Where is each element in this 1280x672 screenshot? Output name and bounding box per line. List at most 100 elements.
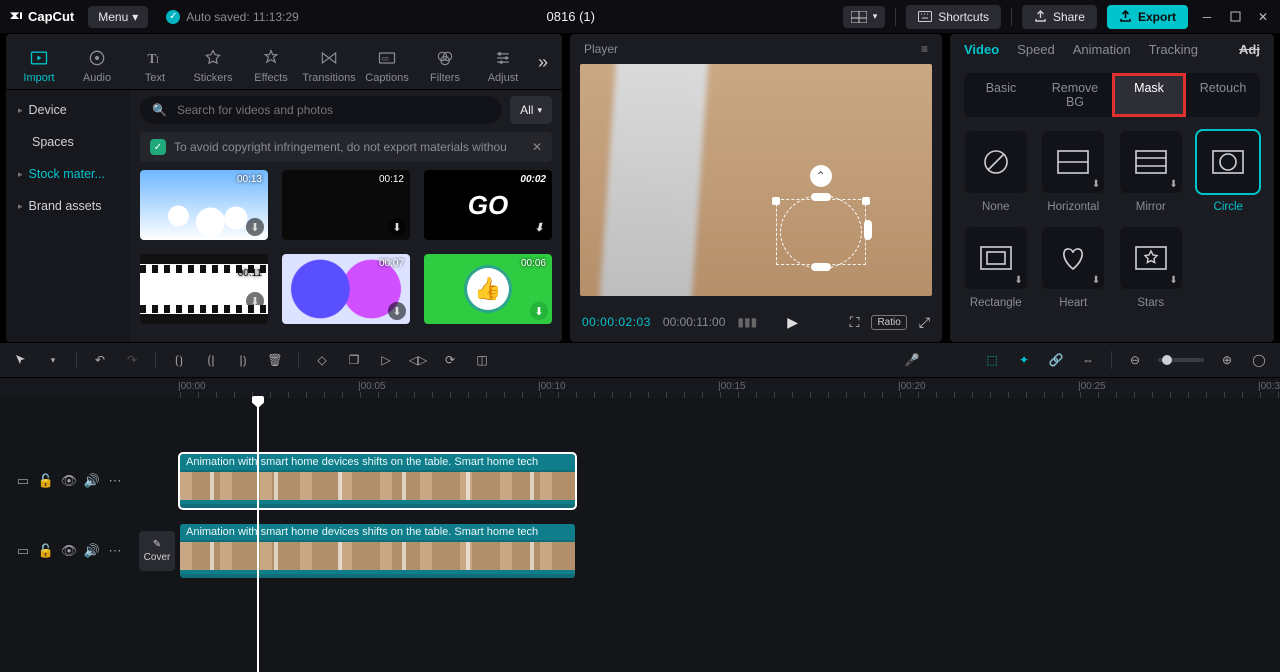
mic-record-button[interactable]: 🎤 — [903, 351, 921, 369]
marker-button[interactable]: ◇ — [313, 351, 331, 369]
mask-option-horizontal[interactable]: ⬇ Horizontal — [1042, 131, 1106, 213]
fullscreen-button[interactable]: ⤢ — [919, 314, 930, 331]
sidebar-item-brand[interactable]: ▸Brand assets — [6, 190, 130, 222]
search-box[interactable]: 🔍 — [140, 96, 502, 124]
tool-tab-stickers[interactable]: Stickers — [184, 42, 242, 84]
subtab-retouch[interactable]: Retouch — [1186, 73, 1260, 117]
inspector-tab-video[interactable]: Video — [964, 42, 999, 65]
search-input[interactable] — [175, 102, 490, 118]
quality-button[interactable]: ▮▮▮ — [737, 315, 757, 329]
track-lane[interactable]: Animation with smart home devices shifts… — [180, 518, 1280, 584]
mask-option-stars[interactable]: ⬇ Stars — [1119, 227, 1183, 309]
close-button[interactable]: ✕ — [1254, 8, 1272, 26]
sidebar-item-stock[interactable]: ▸Stock mater... — [6, 158, 130, 190]
subtab-basic[interactable]: Basic — [964, 73, 1038, 117]
player-menu-icon[interactable]: ≡ — [921, 42, 928, 56]
timeline-clip[interactable]: Animation with smart home devices shifts… — [180, 454, 575, 508]
media-thumb[interactable]: 00:12⬇ — [282, 170, 410, 240]
menu-button[interactable]: Menu ▾ — [88, 6, 148, 28]
crop-button[interactable]: ◫ — [473, 351, 491, 369]
tool-tab-filters[interactable]: Filters — [416, 42, 474, 84]
mask-option-none[interactable]: None — [964, 131, 1028, 213]
download-icon[interactable]: ⬇ — [388, 302, 406, 320]
minimize-button[interactable]: ─ — [1198, 8, 1216, 26]
mask-option-rectangle[interactable]: ⬇ Rectangle — [964, 227, 1028, 309]
tool-tab-transitions[interactable]: Transitions — [300, 42, 358, 84]
mask-transform-gizmo[interactable]: ⌃ — [766, 187, 876, 273]
mask-option-circle[interactable]: Circle — [1197, 131, 1261, 213]
download-icon[interactable]: ⬇ — [246, 292, 264, 310]
aspect-ratio-button[interactable]: Ratio — [871, 315, 906, 330]
timeline-ruler[interactable]: |00:00 |00:05 |00:10 |00:15 |00:20 |00:2… — [0, 378, 1280, 398]
export-button[interactable]: Export — [1107, 5, 1188, 29]
shortcuts-button[interactable]: Shortcuts — [906, 5, 1001, 29]
inspector-tab-tracking[interactable]: Tracking — [1149, 42, 1198, 65]
tool-tab-effects[interactable]: Effects — [242, 42, 300, 84]
play-selection-button[interactable]: ▷ — [377, 351, 395, 369]
close-warning-button[interactable]: ✕ — [532, 140, 542, 154]
split-button[interactable]: ⟮⟯ — [170, 351, 188, 369]
expand-up-icon[interactable]: ⌃ — [810, 165, 832, 187]
maximize-button[interactable] — [1226, 8, 1244, 26]
split-right-button[interactable]: |⟯ — [234, 351, 252, 369]
download-icon[interactable]: ⬇ — [388, 218, 406, 236]
playhead[interactable] — [257, 398, 259, 672]
magnet-button[interactable]: ⬚ — [983, 351, 1001, 369]
rotate-button[interactable]: ⟳ — [441, 351, 459, 369]
play-button[interactable]: ▶ — [787, 314, 798, 331]
share-button[interactable]: Share — [1022, 5, 1097, 29]
cover-button[interactable]: ✎ Cover — [139, 531, 175, 571]
inspector-tab-speed[interactable]: Speed — [1017, 42, 1055, 65]
track-visibility-button[interactable]: 👁 — [62, 474, 76, 488]
inspector-tab-animation[interactable]: Animation — [1073, 42, 1131, 65]
fit-screen-button[interactable]: ⛶ — [850, 314, 860, 331]
inspector-tab-more[interactable]: Adj — [1239, 42, 1260, 65]
redo-button[interactable]: ↷ — [123, 351, 141, 369]
track-lock-button[interactable]: 🔓 — [39, 474, 53, 488]
split-left-button[interactable]: ⟮| — [202, 351, 220, 369]
download-icon[interactable]: ⬇ — [530, 302, 548, 320]
track-rect-icon[interactable]: ▭ — [16, 544, 30, 558]
tool-tabs-more[interactable]: » — [538, 52, 558, 73]
layout-button[interactable]: ▾ — [843, 6, 886, 28]
tool-tab-audio[interactable]: Audio — [68, 42, 126, 84]
cursor-tool-dropdown[interactable]: ▾ — [44, 351, 62, 369]
duplicate-button[interactable]: ❐ — [345, 351, 363, 369]
snap-button[interactable]: ✦ — [1015, 351, 1033, 369]
sidebar-item-spaces[interactable]: Spaces — [6, 126, 130, 158]
track-lock-button[interactable]: 🔓 — [39, 544, 53, 558]
undo-button[interactable]: ↶ — [91, 351, 109, 369]
media-thumb[interactable]: 00:11⬇ — [140, 254, 268, 324]
track-more-button[interactable]: ⋯ — [108, 544, 122, 558]
track-lane[interactable]: Animation with smart home devices shifts… — [180, 448, 1280, 514]
subtab-mask[interactable]: Mask — [1112, 73, 1186, 117]
zoom-fit-button[interactable]: ◯ — [1250, 351, 1268, 369]
download-icon[interactable]: ⬇ — [246, 218, 264, 236]
track-rect-icon[interactable]: ▭ — [16, 474, 30, 488]
mask-option-mirror[interactable]: ⬇ Mirror — [1119, 131, 1183, 213]
media-thumb[interactable]: GO00:02⬇ — [424, 170, 552, 240]
mask-option-heart[interactable]: ⬇ Heart — [1042, 227, 1106, 309]
link-button[interactable]: 🔗 — [1047, 351, 1065, 369]
track-mute-button[interactable]: 🔊 — [85, 544, 99, 558]
tool-tab-import[interactable]: Import — [10, 42, 68, 84]
media-thumb[interactable]: 00:07⬇ — [282, 254, 410, 324]
tool-tab-text[interactable]: TI Text — [126, 42, 184, 84]
mirror-h-button[interactable]: ◁▷ — [409, 351, 427, 369]
player-preview[interactable]: ⌃ — [580, 64, 932, 296]
tool-tab-captions[interactable]: cc Captions — [358, 42, 416, 84]
cursor-tool[interactable] — [12, 351, 30, 369]
timeline-clip[interactable]: Animation with smart home devices shifts… — [180, 524, 575, 578]
sidebar-item-device[interactable]: ▸Device — [6, 94, 130, 126]
download-icon[interactable]: ⬇ — [530, 218, 548, 236]
tool-tab-adjust[interactable]: Adjust — [474, 42, 532, 84]
zoom-out-button[interactable]: ⊖ — [1126, 351, 1144, 369]
zoom-slider[interactable] — [1158, 358, 1204, 362]
align-button[interactable]: ⇔ — [1079, 351, 1097, 369]
zoom-in-button[interactable]: ⊕ — [1218, 351, 1236, 369]
track-visibility-button[interactable]: 👁 — [62, 544, 76, 558]
track-more-button[interactable]: ⋯ — [108, 474, 122, 488]
track-mute-button[interactable]: 🔊 — [85, 474, 99, 488]
delete-button[interactable]: 🗑 — [266, 351, 284, 369]
media-thumb[interactable]: 👍00:06⬇ — [424, 254, 552, 324]
